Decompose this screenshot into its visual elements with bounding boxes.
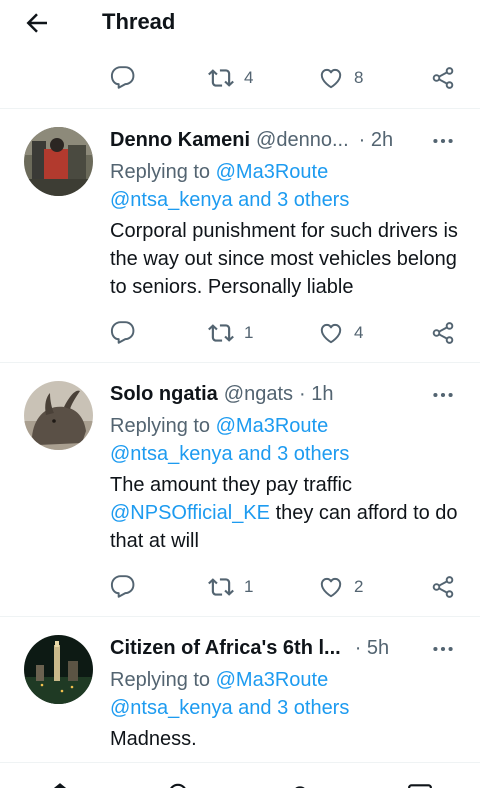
tweet-1-actions: 1 4 xyxy=(0,318,480,348)
display-name[interactable]: Solo ngatia xyxy=(110,383,218,406)
notifications-icon[interactable] xyxy=(287,781,313,788)
tweet-text: Corporal punishment for such drivers is … xyxy=(110,220,458,298)
timestamp[interactable]: · 1h xyxy=(299,383,333,406)
messages-icon[interactable] xyxy=(407,781,433,788)
reply-context: Replying to @Ma3Route @ntsa_kenya and 3 … xyxy=(110,666,465,722)
heart-icon xyxy=(320,68,342,89)
divider xyxy=(0,616,480,617)
timestamp[interactable]: · 2h xyxy=(359,129,393,152)
like-button[interactable]: 8 xyxy=(318,63,363,93)
bottom-navigation xyxy=(0,762,480,788)
more-options-icon[interactable] xyxy=(430,636,456,662)
divider xyxy=(0,362,480,363)
share-icon xyxy=(432,322,454,344)
retweet-count: 1 xyxy=(244,577,254,596)
mention-link[interactable]: @NPSOfficial_KE xyxy=(110,502,270,524)
retweet-icon xyxy=(208,578,234,596)
display-name[interactable]: Citizen of Africa's 6th l... xyxy=(110,637,341,660)
user-handle[interactable]: @denno... xyxy=(256,129,349,152)
more-options-icon[interactable] xyxy=(430,382,456,408)
back-arrow-icon[interactable] xyxy=(22,8,54,38)
tweet-header: Denno Kameni @denno... · 2h xyxy=(110,126,460,154)
search-icon[interactable] xyxy=(166,781,192,788)
heart-icon xyxy=(320,577,342,598)
reply-button[interactable] xyxy=(110,63,136,93)
more-options-icon[interactable] xyxy=(430,128,456,154)
divider xyxy=(0,108,480,109)
reply-button[interactable] xyxy=(110,318,136,348)
avatar[interactable] xyxy=(24,127,93,196)
tweet-text: The amount they pay traffic @NPSOfficial… xyxy=(110,471,465,555)
user-handle[interactable]: @ngats xyxy=(224,383,293,406)
others-link[interactable]: @ntsa_kenya and 3 others xyxy=(110,697,349,719)
mention-link[interactable]: @Ma3Route xyxy=(216,669,329,691)
share-icon xyxy=(432,576,454,598)
main-tweet-actions: 4 8 xyxy=(0,63,480,93)
replying-to-label: Replying to xyxy=(110,161,211,183)
others-link[interactable]: @ntsa_kenya and 3 others xyxy=(110,189,349,211)
page-title: Thread xyxy=(102,9,176,34)
tweet-header: Citizen of Africa's 6th l... · 5h xyxy=(110,634,460,662)
display-name[interactable]: Denno Kameni xyxy=(110,129,250,152)
share-button[interactable] xyxy=(430,572,456,602)
mention-link[interactable]: @Ma3Route xyxy=(216,415,329,437)
timestamp[interactable]: · 5h xyxy=(355,637,389,660)
replying-to-label: Replying to xyxy=(110,669,211,691)
like-count: 4 xyxy=(354,323,364,342)
reply-icon xyxy=(110,66,135,89)
like-button[interactable]: 4 xyxy=(318,318,363,348)
tweet-2-actions: 1 2 xyxy=(0,572,480,602)
mention-link[interactable]: @Ma3Route xyxy=(216,161,329,183)
avatar[interactable] xyxy=(24,381,93,450)
home-icon[interactable] xyxy=(47,781,73,788)
heart-icon xyxy=(320,323,342,344)
replying-to-label: Replying to xyxy=(110,415,211,437)
retweet-icon xyxy=(208,324,234,342)
share-button[interactable] xyxy=(430,318,456,348)
tweet-text-part: The amount they pay traffic xyxy=(110,474,352,496)
retweet-count: 1 xyxy=(244,323,254,342)
tweet-header: Solo ngatia @ngats · 1h xyxy=(110,380,460,408)
avatar[interactable] xyxy=(24,635,93,704)
retweet-button[interactable]: 1 xyxy=(208,318,253,348)
thread-header: Thread xyxy=(0,0,480,52)
retweet-count: 4 xyxy=(244,68,254,87)
retweet-icon xyxy=(208,69,234,87)
retweet-button[interactable]: 1 xyxy=(208,572,253,602)
tweet-text: Madness. xyxy=(110,728,197,750)
share-icon xyxy=(432,67,454,89)
retweet-button[interactable]: 4 xyxy=(208,63,253,93)
like-count: 2 xyxy=(354,577,364,596)
reply-button[interactable] xyxy=(110,572,136,602)
share-button[interactable] xyxy=(430,63,456,93)
reply-context: Replying to @Ma3Route @ntsa_kenya and 3 … xyxy=(110,158,465,214)
reply-context: Replying to @Ma3Route @ntsa_kenya and 3 … xyxy=(110,412,465,468)
reply-icon xyxy=(110,321,135,344)
like-button[interactable]: 2 xyxy=(318,572,363,602)
reply-icon xyxy=(110,575,135,598)
others-link[interactable]: @ntsa_kenya and 3 others xyxy=(110,443,349,465)
like-count: 8 xyxy=(354,68,364,87)
